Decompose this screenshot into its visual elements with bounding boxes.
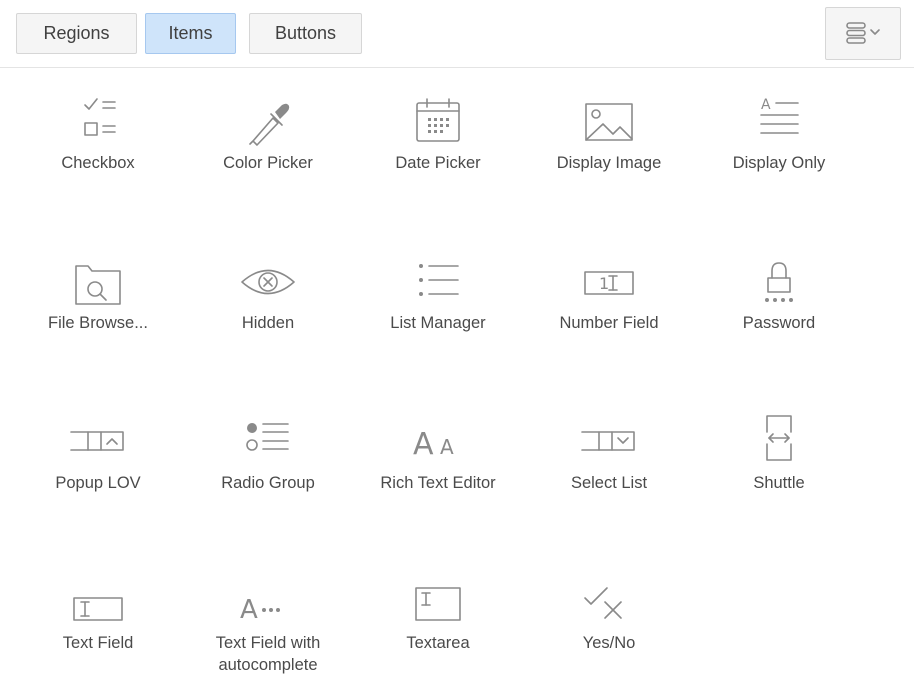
item-label: Yes/No <box>582 634 636 652</box>
tab-buttons[interactable]: Buttons <box>249 13 362 54</box>
item-text-field[interactable]: Text Field <box>13 548 183 678</box>
item-label: Text Field with autocomplete <box>215 634 321 674</box>
item-shuttle[interactable]: Shuttle <box>694 388 864 518</box>
item-select-list[interactable]: Select List <box>524 388 694 518</box>
tab-items[interactable]: Items <box>145 13 236 54</box>
text-lines-icon: A <box>760 97 799 134</box>
lock-icon <box>765 262 793 302</box>
item-label: Rich Text Editor <box>380 474 496 492</box>
svg-text:1: 1 <box>599 274 609 293</box>
item-popup-lov[interactable]: Popup LOV <box>13 388 183 518</box>
folder-search-icon <box>75 265 121 305</box>
autocomplete-icon: A <box>240 595 280 625</box>
check-cross-icon <box>584 587 622 619</box>
item-label: Checkbox <box>61 154 135 172</box>
item-rich-text-editor[interactable]: A A Rich Text Editor <box>353 388 523 518</box>
item-display-only[interactable]: A Display Only <box>694 68 864 198</box>
item-checkbox[interactable]: Checkbox <box>13 68 183 198</box>
image-icon <box>585 103 633 141</box>
item-date-picker[interactable]: Date Picker <box>353 68 523 198</box>
bullet-list-icon <box>419 264 459 296</box>
svg-text:A: A <box>761 97 771 113</box>
item-radio-group[interactable]: Radio Group <box>183 388 353 518</box>
item-label: Shuttle <box>753 474 805 492</box>
items-grid: Checkbox Color Picker Date Picker Displa… <box>0 68 914 679</box>
checkbox-icon <box>84 98 116 136</box>
item-color-picker[interactable]: Color Picker <box>183 68 353 198</box>
tab-regions[interactable]: Regions <box>16 13 137 54</box>
toolbar: Regions Items Buttons <box>0 0 914 68</box>
item-label: Select List <box>570 474 648 492</box>
item-label: Number Field <box>559 314 659 332</box>
view-options-button[interactable] <box>825 7 901 60</box>
hidden-eye-icon <box>241 269 295 295</box>
item-label: Password <box>742 314 816 332</box>
eyedropper-icon <box>249 103 290 146</box>
shuttle-icon <box>766 415 792 461</box>
item-label: Hidden <box>241 314 295 332</box>
number-field-icon: 1 <box>584 271 634 295</box>
item-label: Popup LOV <box>55 474 141 492</box>
item-hidden[interactable]: Hidden <box>183 228 353 358</box>
item-yes-no[interactable]: Yes/No <box>524 548 694 678</box>
item-label: Color Picker <box>223 154 313 172</box>
item-file-browse[interactable]: File Browse... <box>13 228 183 358</box>
item-text-field-autocomplete[interactable]: A Text Field with autocomplete <box>183 548 353 678</box>
popup-lov-icon <box>70 431 124 451</box>
radio-list-icon <box>246 423 289 451</box>
item-list-manager[interactable]: List Manager <box>353 228 523 358</box>
list-view-icon <box>846 22 880 44</box>
text-field-icon <box>73 597 123 621</box>
item-password[interactable]: Password <box>694 228 864 358</box>
item-textarea[interactable]: Textarea <box>353 548 523 678</box>
textarea-icon <box>415 587 461 621</box>
select-list-icon <box>581 431 635 451</box>
item-label: List Manager <box>390 314 486 332</box>
item-label: Display Only <box>732 154 826 172</box>
item-label: Radio Group <box>221 474 315 492</box>
item-display-image[interactable]: Display Image <box>524 68 694 198</box>
item-label: Textarea <box>406 634 470 652</box>
item-label: File Browse... <box>48 314 148 332</box>
item-number-field[interactable]: 1 Number Field <box>524 228 694 358</box>
font-size-icon: A A <box>413 427 454 462</box>
calendar-icon <box>416 98 460 142</box>
item-label: Text Field <box>62 634 134 652</box>
item-label: Display Image <box>556 154 662 172</box>
svg-text:A: A <box>240 595 258 625</box>
svg-text:A: A <box>413 427 434 462</box>
svg-text:A: A <box>440 435 454 459</box>
item-label: Date Picker <box>395 154 481 172</box>
